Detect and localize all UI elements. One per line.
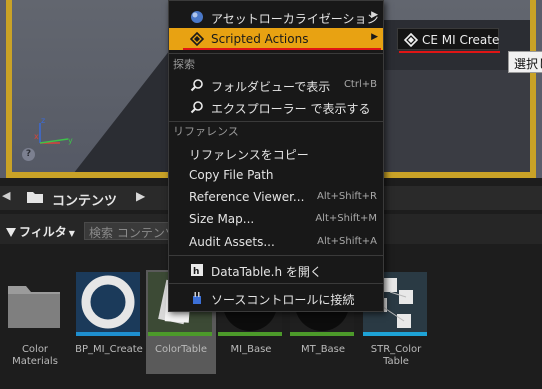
menu-item-shortcut: Alt+Shift+A [317,236,377,247]
diamond-icon [404,33,418,47]
nav-left-icon[interactable]: ◀ [2,189,16,205]
menu-item[interactable]: アセットローカライゼーション ▶ [169,6,383,28]
menu-item[interactable]: ソースコントロールに接続 [169,287,383,309]
svg-text:x: x [34,132,39,141]
context-menu: アセットローカライゼーション ▶ Scripted Actions ▶ 探索 フォルダビュ… [168,0,384,312]
menu-item-shortcut: Alt+Shift+R [317,191,377,202]
folder-icon [8,286,60,328]
svg-text:z: z [41,116,45,125]
menu-section-header: リファレンス [173,125,239,138]
help-icon[interactable]: ? [22,148,35,161]
search-input[interactable]: 検索 コンテンツ [84,222,174,240]
folder-icon [27,192,43,203]
filter-label: フィルタ [19,225,67,239]
menu-item-label: Audit Assets... [189,235,275,249]
svg-text:y: y [68,136,73,145]
menu-item-label: Copy File Path [189,168,274,182]
source-control-icon [193,292,201,304]
magnifier-icon [190,79,203,92]
asset-label: Color Materials [12,344,58,367]
asset-tile[interactable]: BP_MI_Create [74,270,144,374]
chevron-down-icon: ▼ [68,229,75,238]
asset-type-stripe [290,332,354,336]
breadcrumb-arrow-icon[interactable]: ▶ [136,189,145,203]
asset-label: STR_Color Table [370,344,422,367]
menu-item-shortcut: Ctrl+B [343,79,377,90]
menu-item[interactable]: Audit Assets... Alt+Shift+A [169,231,383,253]
menu-divider [169,283,383,284]
submenu-item-ce-mi-create[interactable]: CE MI Create [422,33,499,47]
asset-type-stripe [363,332,427,336]
blueprint-thumbnail-icon [76,272,140,336]
axis-gizmo-icon: z x y [34,116,73,145]
menu-divider [169,121,383,122]
menu-item-label: エクスプローラー で表示する [211,102,371,116]
asset-type-stripe [76,332,140,336]
filter-icon [6,228,16,237]
submenu-arrow-icon: ▶ [371,32,378,42]
asset-label: MT_Base [300,344,346,355]
menu-item-label: フォルダビューで表示 [211,80,331,94]
menu-item[interactable]: Size Map... Alt+Shift+M [169,208,383,230]
menu-item-label: アセットローカライゼーション [211,12,379,26]
filter-button[interactable]: フィルタ ▼ [6,223,75,240]
asset-label: BP_MI_Create [75,344,143,355]
scripted-actions-submenu: CE MI Create [397,28,499,50]
annotation-underline [399,51,500,53]
svg-text:h: h [193,267,199,277]
menu-item-label: DataTable.h を開く [211,265,322,279]
magnifier-icon [190,101,203,114]
menu-item-label: リファレンスをコピー [189,148,309,162]
menu-item-label: Size Map... [189,212,255,226]
menu-item[interactable]: h DataTable.h を開く [169,259,383,281]
menu-item-label: Scripted Actions [211,32,309,46]
menu-divider [169,53,383,54]
menu-section-header: 探索 [173,58,195,71]
asset-type-stripe [218,332,282,336]
menu-item[interactable]: エクスプローラー で表示する [169,96,383,118]
menu-item[interactable]: フォルダビューで表示 Ctrl+B [169,74,383,96]
header-file-icon: h [191,264,203,277]
asset-tile[interactable]: Color Materials [0,270,70,374]
menu-divider [169,255,383,256]
globe-icon [191,11,203,23]
tooltip-text: 選択し [514,57,542,71]
menu-item-label: ソースコントロールに接続 [211,293,355,307]
menu-item-shortcut: Alt+Shift+M [315,213,377,224]
menu-item[interactable]: Copy File Path [169,164,383,186]
content-browser-title[interactable]: コンテンツ [52,190,117,209]
menu-item[interactable]: Reference Viewer... Alt+Shift+R [169,186,383,208]
tooltip: 選択し [508,51,542,73]
annotation-underline [183,48,381,50]
menu-item-label: Reference Viewer... [189,190,305,204]
asset-label: MI_Base [230,344,272,355]
asset-type-stripe [148,332,212,336]
menu-item[interactable]: Scripted Actions ▶ [169,28,383,50]
menu-item[interactable]: リファレンスをコピー [169,142,383,164]
submenu-arrow-icon: ▶ [371,10,378,20]
diamond-icon [190,32,204,46]
